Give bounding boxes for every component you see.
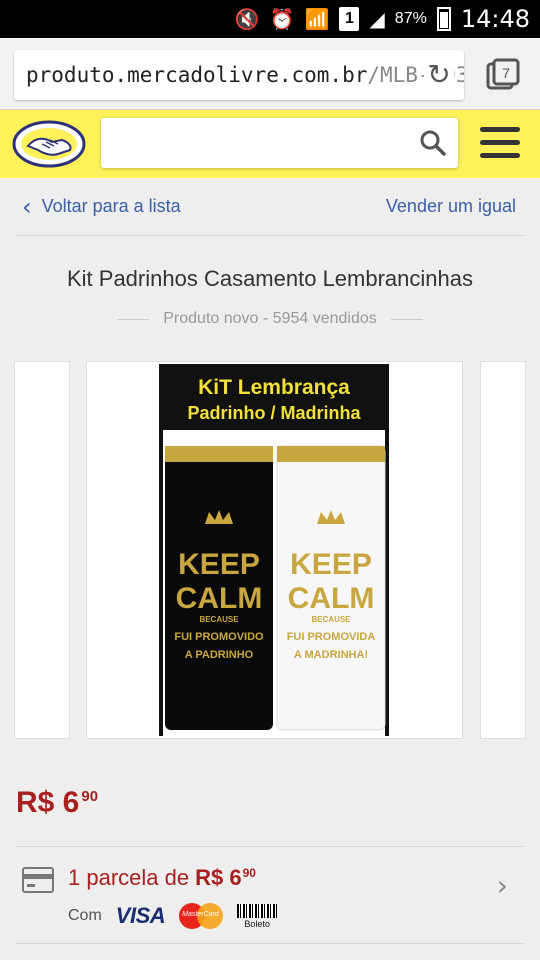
installments-cents: 90	[242, 866, 256, 880]
banner-line2: Padrinho / Madrinha	[187, 403, 361, 423]
credit-card-icon	[22, 867, 54, 893]
product-condition: Produto novo - 5954 vendidos	[163, 310, 377, 327]
carousel-prev-card[interactable]	[14, 361, 70, 739]
tabs-icon[interactable]: 7	[486, 58, 520, 92]
product-price: R$ 6 90	[16, 786, 98, 820]
signal-icon: ◢	[369, 7, 385, 31]
url-field[interactable]: produto.mercadolivre.com.br/MLB-693 ↻	[14, 50, 464, 100]
carousel-main-card[interactable]: KiT Lembrança Padrinho / Madrinha KEEP C…	[86, 361, 463, 739]
right-cup-line5: A MADRINHA!	[294, 649, 368, 661]
status-bar: 🔇 ⏰ 📶 1 ◢ 87% 14:48	[0, 0, 540, 38]
installments-amount: R$ 6	[195, 865, 242, 890]
sell-similar-link[interactable]: Vender um igual	[386, 196, 516, 217]
visa-logo: VISA	[115, 903, 166, 928]
payment-options[interactable]: 1 parcela de R$ 6 90 Com VISA MasterCard…	[16, 846, 524, 944]
product-condition-row: Produto novo - 5954 vendidos	[0, 310, 540, 328]
left-cup-line2: CALM	[176, 582, 263, 615]
mute-icon: 🔇	[234, 7, 260, 31]
search-icon[interactable]	[420, 130, 446, 156]
installments-text: 1 parcela de	[68, 865, 190, 890]
installments-info: 1 parcela de R$ 6 90	[68, 865, 256, 891]
right-cup-line1: KEEP	[290, 548, 372, 581]
clock: 14:48	[460, 5, 530, 33]
boleto-logo: Boleto	[237, 903, 278, 929]
divider	[390, 318, 423, 320]
banner-line1: KiT Lembrança	[198, 376, 350, 399]
product-page: ‹ Voltar para a lista Vender um igual Ki…	[0, 178, 540, 960]
chevron-right-icon[interactable]: ›	[497, 869, 508, 902]
mastercard-logo: MasterCard	[179, 903, 224, 929]
battery-icon	[436, 7, 451, 31]
image-carousel[interactable]: KiT Lembrança Padrinho / Madrinha KEEP C…	[0, 361, 540, 739]
mercadolivre-logo[interactable]	[12, 120, 86, 168]
left-cup-line1: KEEP	[178, 548, 260, 581]
url-host: produto.mercadolivre.com.br	[26, 63, 368, 87]
wifi-icon: 📶	[304, 7, 330, 31]
price-cents: 90	[81, 788, 99, 805]
back-to-list-link[interactable]: ‹ Voltar para a lista	[16, 193, 181, 221]
site-header	[0, 110, 540, 178]
payment-methods: Com VISA MasterCard Boleto	[68, 903, 278, 929]
left-cup-line4: FUI PROMOVIDO	[174, 631, 264, 643]
sim-icon: 1	[339, 7, 360, 31]
barcode-icon	[237, 903, 278, 918]
product-title: Kit Padrinhos Casamento Lembrancinhas	[66, 266, 473, 291]
browser-toolbar: produto.mercadolivre.com.br/MLB-693 ↻ 7	[0, 38, 540, 110]
battery-percent: 87%	[394, 10, 427, 27]
back-label: Voltar para a lista	[41, 196, 181, 216]
product-image[interactable]: KiT Lembrança Padrinho / Madrinha KEEP C…	[159, 364, 389, 736]
price-amount: R$ 6	[16, 786, 80, 819]
carousel-next-card[interactable]	[480, 361, 526, 739]
right-cup-line2: CALM	[288, 582, 375, 615]
right-cup-line4: FUI PROMOVIDA	[287, 631, 376, 643]
left-cup-line3: BECAUSE	[199, 615, 239, 624]
search-input[interactable]	[101, 118, 458, 168]
com-label: Com	[68, 907, 102, 924]
nav-row: ‹ Voltar para a lista Vender um igual	[16, 178, 524, 236]
right-cup-line3: BECAUSE	[311, 615, 351, 624]
alarm-icon: ⏰	[269, 7, 295, 31]
tab-count: 7	[502, 65, 510, 81]
reload-icon[interactable]: ↻	[424, 60, 454, 90]
menu-icon[interactable]	[480, 127, 520, 161]
boleto-label: Boleto	[244, 918, 270, 929]
chevron-left-icon: ‹	[22, 192, 32, 221]
left-cup-line5: A PADRINHO	[185, 649, 254, 661]
divider	[117, 318, 150, 320]
